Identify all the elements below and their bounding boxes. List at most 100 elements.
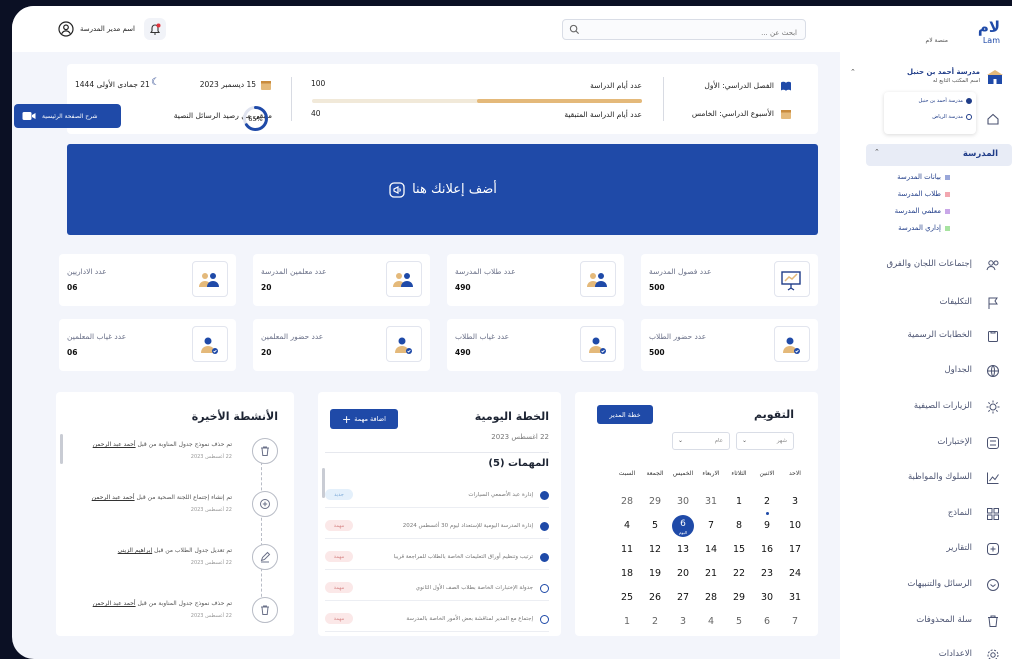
stat-card[interactable]: عدد الاداريين 06 <box>59 254 236 306</box>
sidebar-item-forms[interactable]: النماذج <box>840 503 1012 525</box>
user-menu[interactable]: اسم مدير المدرسة <box>58 20 135 38</box>
calendar-day[interactable]: 8 <box>726 520 752 531</box>
calendar-day[interactable]: 22 <box>726 568 752 579</box>
calendar-day[interactable]: 28 <box>614 496 640 507</box>
calendar-day[interactable]: 1 <box>726 496 752 507</box>
task-checkbox[interactable] <box>540 584 549 593</box>
sidebar-item-messages[interactable]: الرسائل والتنبيهات <box>840 574 1012 596</box>
calendar-day[interactable]: 28 <box>698 592 724 603</box>
calendar-day[interactable]: 30 <box>670 496 696 507</box>
sidebar-item-exams[interactable]: الإختبارات <box>840 432 1012 454</box>
sidebar-item-behavior[interactable]: السلوك والمواظبة <box>840 467 1012 489</box>
calendar-day[interactable]: 21 <box>698 568 724 579</box>
calendar-day[interactable]: 5 <box>726 616 752 627</box>
task-checkbox[interactable] <box>540 522 549 531</box>
calendar-day[interactable]: 13 <box>670 544 696 555</box>
activity-item[interactable]: تم إنشاء إجتماع اللجنة الصحية من قبل أحم… <box>68 491 278 533</box>
stat-card[interactable]: عدد حضور المعلمين 20 <box>253 319 430 371</box>
school-option[interactable]: مدرسة أحمد بن حنبل <box>888 98 972 104</box>
task-checkbox[interactable] <box>540 491 549 500</box>
sidebar-subitem[interactable]: إداري المدرسة <box>898 224 950 232</box>
activity-author-link[interactable]: أحمد عبد الرحمن <box>93 441 136 448</box>
calendar-day[interactable]: 24 <box>782 568 808 579</box>
stat-card[interactable]: عدد غياب المعلمين 06 <box>59 319 236 371</box>
sidebar-item-trash[interactable]: سلة المحذوفات <box>840 610 1012 632</box>
calendar-day[interactable]: 20 <box>670 568 696 579</box>
stat-card[interactable]: عدد طلاب المدرسة 490 <box>447 254 624 306</box>
calendar-day[interactable]: 6 <box>754 616 780 627</box>
stat-card[interactable]: عدد معلمين المدرسة 20 <box>253 254 430 306</box>
task-item[interactable]: ترتيب وتنظيم أوراق التعليمات الخاصة بالط… <box>325 551 549 571</box>
sidebar-item-school[interactable]: المدرسة ⌃ <box>866 144 1012 166</box>
calendar-day[interactable]: 9 <box>754 520 780 531</box>
sidebar-item-letters[interactable]: الخطابات الرسمية <box>840 325 1012 347</box>
calendar-day[interactable]: 31 <box>698 496 724 507</box>
calendar-day[interactable]: 4 <box>614 520 640 531</box>
calendar-day[interactable]: 14 <box>698 544 724 555</box>
calendar-day[interactable]: 10 <box>782 520 808 531</box>
calendar-day[interactable]: 12 <box>642 544 668 555</box>
calendar-day[interactable]: 11 <box>614 544 640 555</box>
calendar-day[interactable]: 1 <box>614 616 640 627</box>
calendar-day[interactable]: 2 <box>642 616 668 627</box>
scrollbar[interactable] <box>60 434 63 464</box>
page-guide-button[interactable]: شرح الصفحة الرئيسية <box>14 104 121 128</box>
add-task-button[interactable]: اضافة مهمة + <box>330 409 398 429</box>
sidebar-item-home[interactable] <box>840 108 1012 132</box>
activity-author-link[interactable]: أحمد عبد الرحمن <box>92 494 135 501</box>
calendar-day[interactable]: 31 <box>782 592 808 603</box>
manager-plan-button[interactable]: خطة المدير <box>597 405 653 424</box>
sidebar-item-visits[interactable]: الزيارات الصيفية <box>840 396 1012 418</box>
task-item[interactable]: إجتماع مع المدير لمناقشة بعض الأمور الخا… <box>325 613 549 633</box>
search-input[interactable] <box>595 23 805 43</box>
task-item[interactable]: جدولة الإختبارات الخاصة بطلاب الصف الأول… <box>325 582 549 602</box>
notifications-button[interactable] <box>144 18 166 40</box>
stat-card[interactable]: عدد غياب الطلاب 490 <box>447 319 624 371</box>
year-select[interactable]: عام ⌄ <box>672 432 730 450</box>
calendar-day[interactable]: 3 <box>670 616 696 627</box>
calendar-day[interactable]: 18 <box>614 568 640 579</box>
calendar-day[interactable]: 4 <box>698 616 724 627</box>
task-item[interactable]: إدارة المدرسة اليومية للإستعداد ليوم 30 … <box>325 520 549 540</box>
calendar-day[interactable]: 29 <box>642 496 668 507</box>
advertisement-banner[interactable]: أضف إعلانك هنا <box>67 144 818 235</box>
sidebar-item-schedules[interactable]: الجداول <box>840 360 1012 382</box>
calendar-day[interactable]: 19 <box>642 568 668 579</box>
calendar-day[interactable]: 25 <box>614 592 640 603</box>
brand-logo[interactable]: لام Lam منصة لام <box>926 18 1001 45</box>
sidebar-subitem[interactable]: بيانات المدرسة <box>897 173 950 181</box>
search-box[interactable] <box>562 19 806 43</box>
activity-author-link[interactable]: أحمد عبد الرحمن <box>93 600 136 607</box>
calendar-day[interactable]: 15 <box>726 544 752 555</box>
calendar-day[interactable]: 27 <box>670 592 696 603</box>
calendar-day[interactable]: 29 <box>726 592 752 603</box>
calendar-day[interactable]: 3 <box>782 496 808 507</box>
sidebar-subitem[interactable]: معلمي المدرسة <box>895 207 950 215</box>
task-checkbox[interactable] <box>540 553 549 562</box>
month-select[interactable]: شهر ⌄ <box>736 432 794 450</box>
sidebar-subitem[interactable]: طلاب المدرسة <box>898 190 950 198</box>
stat-card[interactable]: عدد حضور الطلاب 500 <box>641 319 818 371</box>
calendar-day[interactable]: 2 <box>754 496 780 507</box>
sidebar-item-reports[interactable]: التقارير <box>840 538 1012 560</box>
sidebar-item-meetings[interactable]: إجتماعات اللجان والفرق <box>840 254 1012 276</box>
calendar-day[interactable]: 26 <box>642 592 668 603</box>
calendar-day[interactable]: 16 <box>754 544 780 555</box>
calendar-day[interactable]: 7 <box>698 520 724 531</box>
task-checkbox[interactable] <box>540 615 549 624</box>
activity-item[interactable]: تم حذف نموذج جدول المناوبة من قبل أحمد ع… <box>68 597 278 639</box>
activity-author-link[interactable]: إبراهيم الزيني <box>118 547 152 554</box>
scrollbar[interactable] <box>322 468 325 498</box>
sidebar-item-assignments[interactable]: التكليفات <box>840 292 1012 314</box>
activity-item[interactable]: تم حذف نموذج جدول المناوبة من قبل أحمد ع… <box>68 438 278 480</box>
sidebar-item-settings[interactable]: الاعدادات <box>840 644 1012 659</box>
calendar-day[interactable]: 17 <box>782 544 808 555</box>
stat-card[interactable]: عدد فصول المدرسة 500 <box>641 254 818 306</box>
calendar-day[interactable]: 7 <box>782 616 808 627</box>
calendar-day[interactable]: 6 اليوم <box>670 515 696 537</box>
calendar-day[interactable]: 30 <box>754 592 780 603</box>
task-item[interactable]: إدارة عبد الأصمعي السيارات جديد <box>325 489 549 509</box>
activity-item[interactable]: تم تعديل جدول الطلاب من قبل إبراهيم الزي… <box>68 544 278 586</box>
calendar-day[interactable]: 5 <box>642 520 668 531</box>
calendar-day[interactable]: 23 <box>754 568 780 579</box>
